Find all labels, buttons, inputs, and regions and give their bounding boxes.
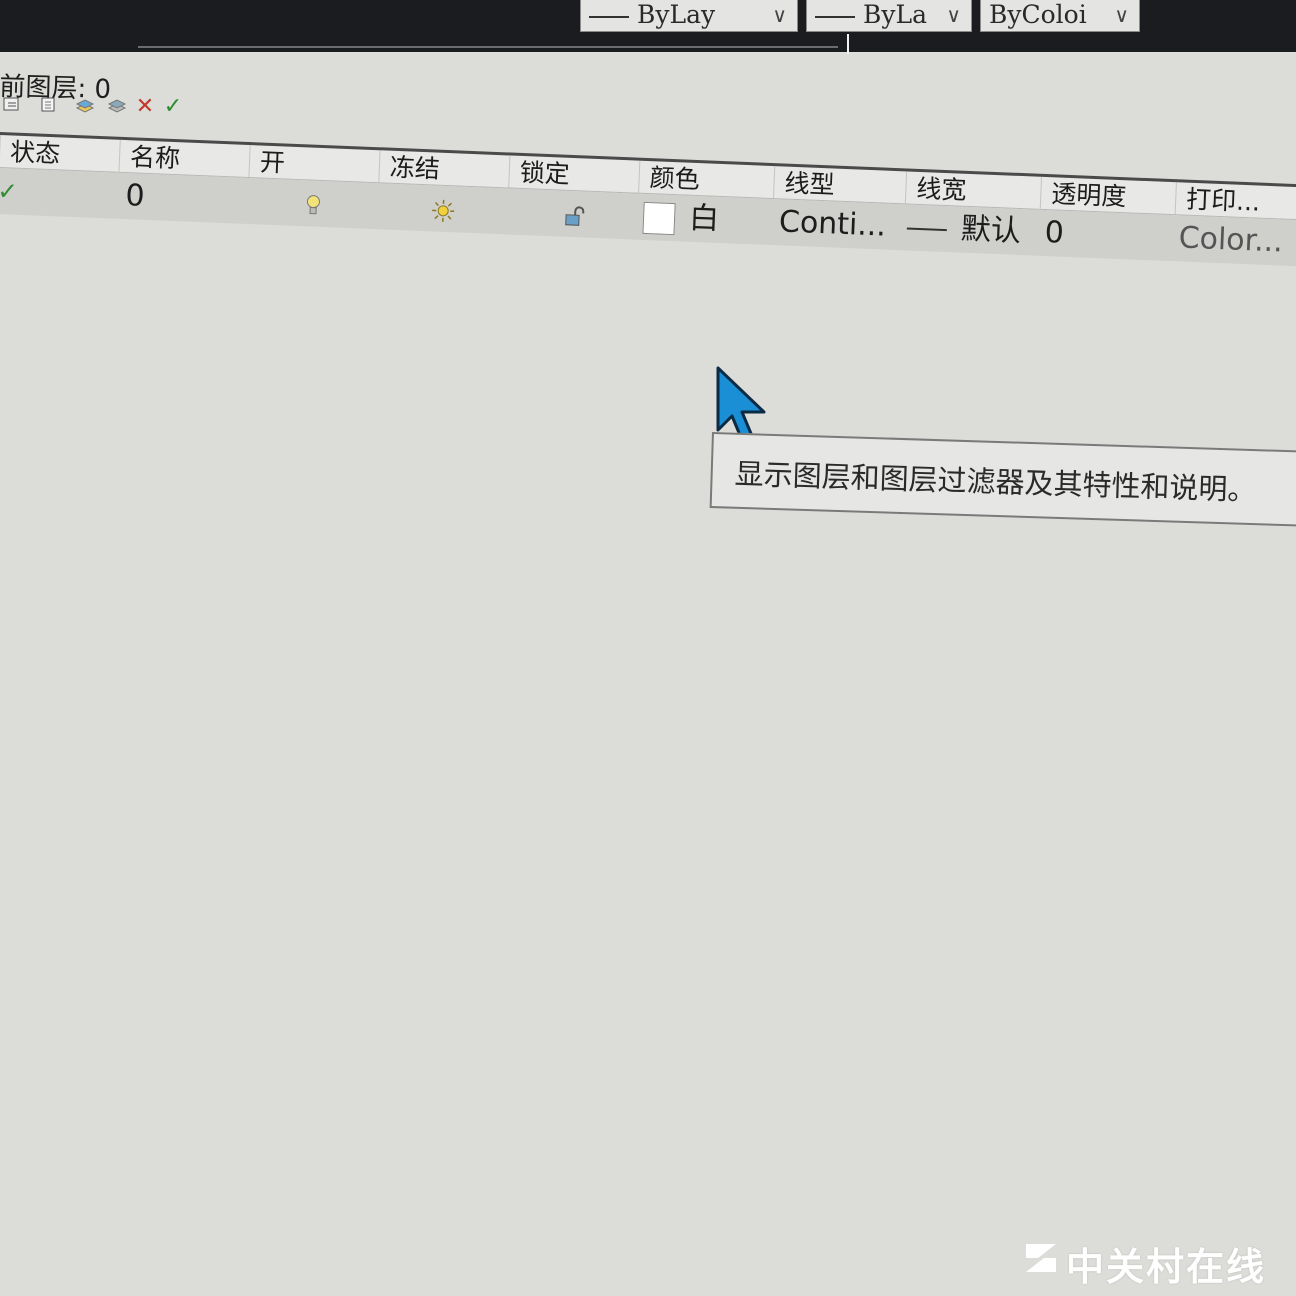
- layer-properties-panel: 前图层: 0 ✕ ✓ 状态 名称 开 冻结 锁定 颜色 线型 线宽 透明度 打印…: [0, 54, 1296, 1296]
- layer-states-icon[interactable]: [0, 94, 26, 120]
- toolbar-divider: [138, 46, 838, 48]
- column-status[interactable]: 状态: [0, 134, 120, 172]
- watermark-logo: [1022, 1238, 1062, 1282]
- layer-table: 状态 名称 开 冻结 锁定 颜色 线型 线宽 透明度 打印... ✓ 0 白 C…: [0, 132, 1296, 268]
- column-freeze[interactable]: 冻结: [378, 150, 510, 188]
- column-linetype[interactable]: 线型: [772, 166, 907, 204]
- linetype-dropdown[interactable]: ByLay ∨: [580, 0, 798, 32]
- column-plot[interactable]: 打印...: [1174, 182, 1296, 221]
- column-lock[interactable]: 锁定: [508, 155, 640, 193]
- set-current-icon[interactable]: ✓: [160, 94, 186, 120]
- line-sample: [815, 15, 855, 18]
- lineweight-dropdown[interactable]: ByLa ∨: [806, 0, 972, 32]
- column-name[interactable]: 名称: [118, 139, 250, 178]
- properties-toolbar: ByLay ∨ ByLa ∨ ByColoi ∨: [0, 0, 1296, 80]
- delete-layer-icon[interactable]: ✕: [132, 94, 158, 120]
- column-transparency[interactable]: 透明度: [1039, 176, 1176, 215]
- lineweight-sample: [906, 226, 947, 231]
- chevron-down-icon: ∨: [946, 3, 961, 27]
- layer-transparency[interactable]: 0: [1044, 210, 1065, 257]
- layer-lineweight[interactable]: 默认: [906, 204, 1022, 255]
- layer-plot-style[interactable]: Color...: [1178, 215, 1284, 265]
- watermark-text: 中关村在线: [1066, 1245, 1267, 1289]
- sun-icon[interactable]: [430, 185, 456, 232]
- line-sample: [589, 15, 629, 18]
- status-current-icon: ✓: [0, 176, 19, 206]
- layer-name[interactable]: 0: [125, 173, 146, 220]
- chevron-down-icon: ∨: [772, 3, 787, 27]
- color-swatch: [642, 201, 676, 235]
- plotstyle-dropdown[interactable]: ByColoi ∨: [980, 0, 1140, 32]
- layer-color[interactable]: 白: [642, 194, 720, 243]
- new-layer-icon[interactable]: [72, 94, 98, 120]
- lightbulb-on-icon[interactable]: [304, 180, 322, 227]
- column-on[interactable]: 开: [248, 145, 380, 183]
- layer-linetype[interactable]: Conti...: [778, 199, 887, 249]
- column-color[interactable]: 颜色: [638, 160, 775, 199]
- new-layer-vp-icon[interactable]: [36, 94, 62, 120]
- chevron-down-icon: ∨: [1114, 3, 1129, 27]
- column-lineweight[interactable]: 线宽: [904, 171, 1042, 209]
- unlock-icon[interactable]: [562, 191, 588, 238]
- new-layer-frozen-icon[interactable]: [104, 94, 130, 120]
